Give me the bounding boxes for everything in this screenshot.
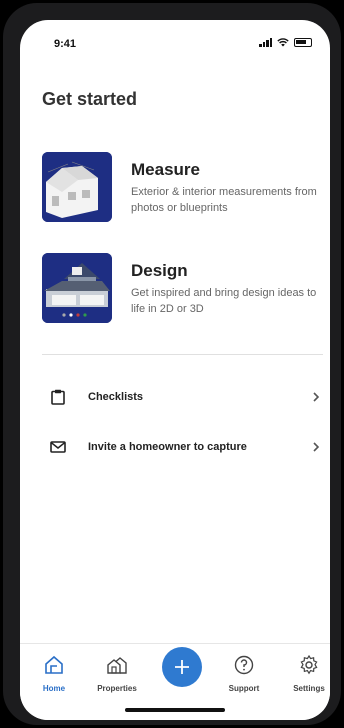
measure-thumbnail	[42, 152, 112, 222]
tab-settings[interactable]: Settings	[279, 654, 330, 693]
signal-icon	[259, 38, 272, 47]
tab-support[interactable]: Support	[214, 654, 274, 693]
home-icon	[45, 655, 63, 674]
status-icons	[259, 38, 312, 47]
phone-frame: 9:41 Get started Measure Exterior & inte…	[3, 3, 341, 725]
add-button[interactable]	[162, 647, 202, 687]
measure-description: Exterior & interior measurements from ph…	[131, 186, 317, 214]
status-bar: 9:41	[20, 20, 330, 60]
tab-home-label: Home	[42, 684, 66, 693]
screen: 9:41 Get started Measure Exterior & inte…	[20, 20, 330, 720]
clipboard-icon	[48, 387, 68, 407]
plus-icon	[175, 660, 189, 674]
design-thumbnail	[42, 253, 112, 323]
design-card[interactable]: Design Get inspired and bring design ide…	[42, 253, 316, 325]
divider	[42, 354, 323, 355]
checklists-label: Checklists	[88, 391, 144, 403]
envelope-icon	[48, 437, 68, 457]
status-time: 9:41	[54, 38, 77, 50]
tab-settings-label: Settings	[293, 684, 325, 693]
measure-title: Measure	[131, 160, 200, 179]
checklists-row[interactable]: Checklists	[42, 380, 323, 414]
tab-support-label: Support	[228, 684, 260, 693]
home-indicator	[125, 708, 225, 712]
gear-icon	[300, 654, 318, 675]
invite-homeowner-row[interactable]: Invite a homeowner to capture	[42, 430, 323, 464]
design-title: Design	[131, 261, 188, 280]
help-icon	[234, 655, 254, 675]
invite-homeowner-label: Invite a homeowner to capture	[88, 441, 247, 453]
battery-icon	[294, 38, 312, 47]
tab-properties-label: Properties	[97, 684, 137, 693]
tab-home[interactable]: Home	[24, 654, 84, 693]
chevron-right-icon	[313, 442, 320, 452]
tab-properties[interactable]: Properties	[87, 654, 147, 693]
measure-card[interactable]: Measure Exterior & interior measurements…	[42, 152, 317, 224]
design-description: Get inspired and bring design ideas to l…	[131, 287, 317, 315]
page-title: Get started	[42, 89, 138, 109]
wifi-icon	[277, 38, 289, 47]
chevron-right-icon	[313, 392, 320, 402]
properties-icon	[107, 657, 127, 674]
